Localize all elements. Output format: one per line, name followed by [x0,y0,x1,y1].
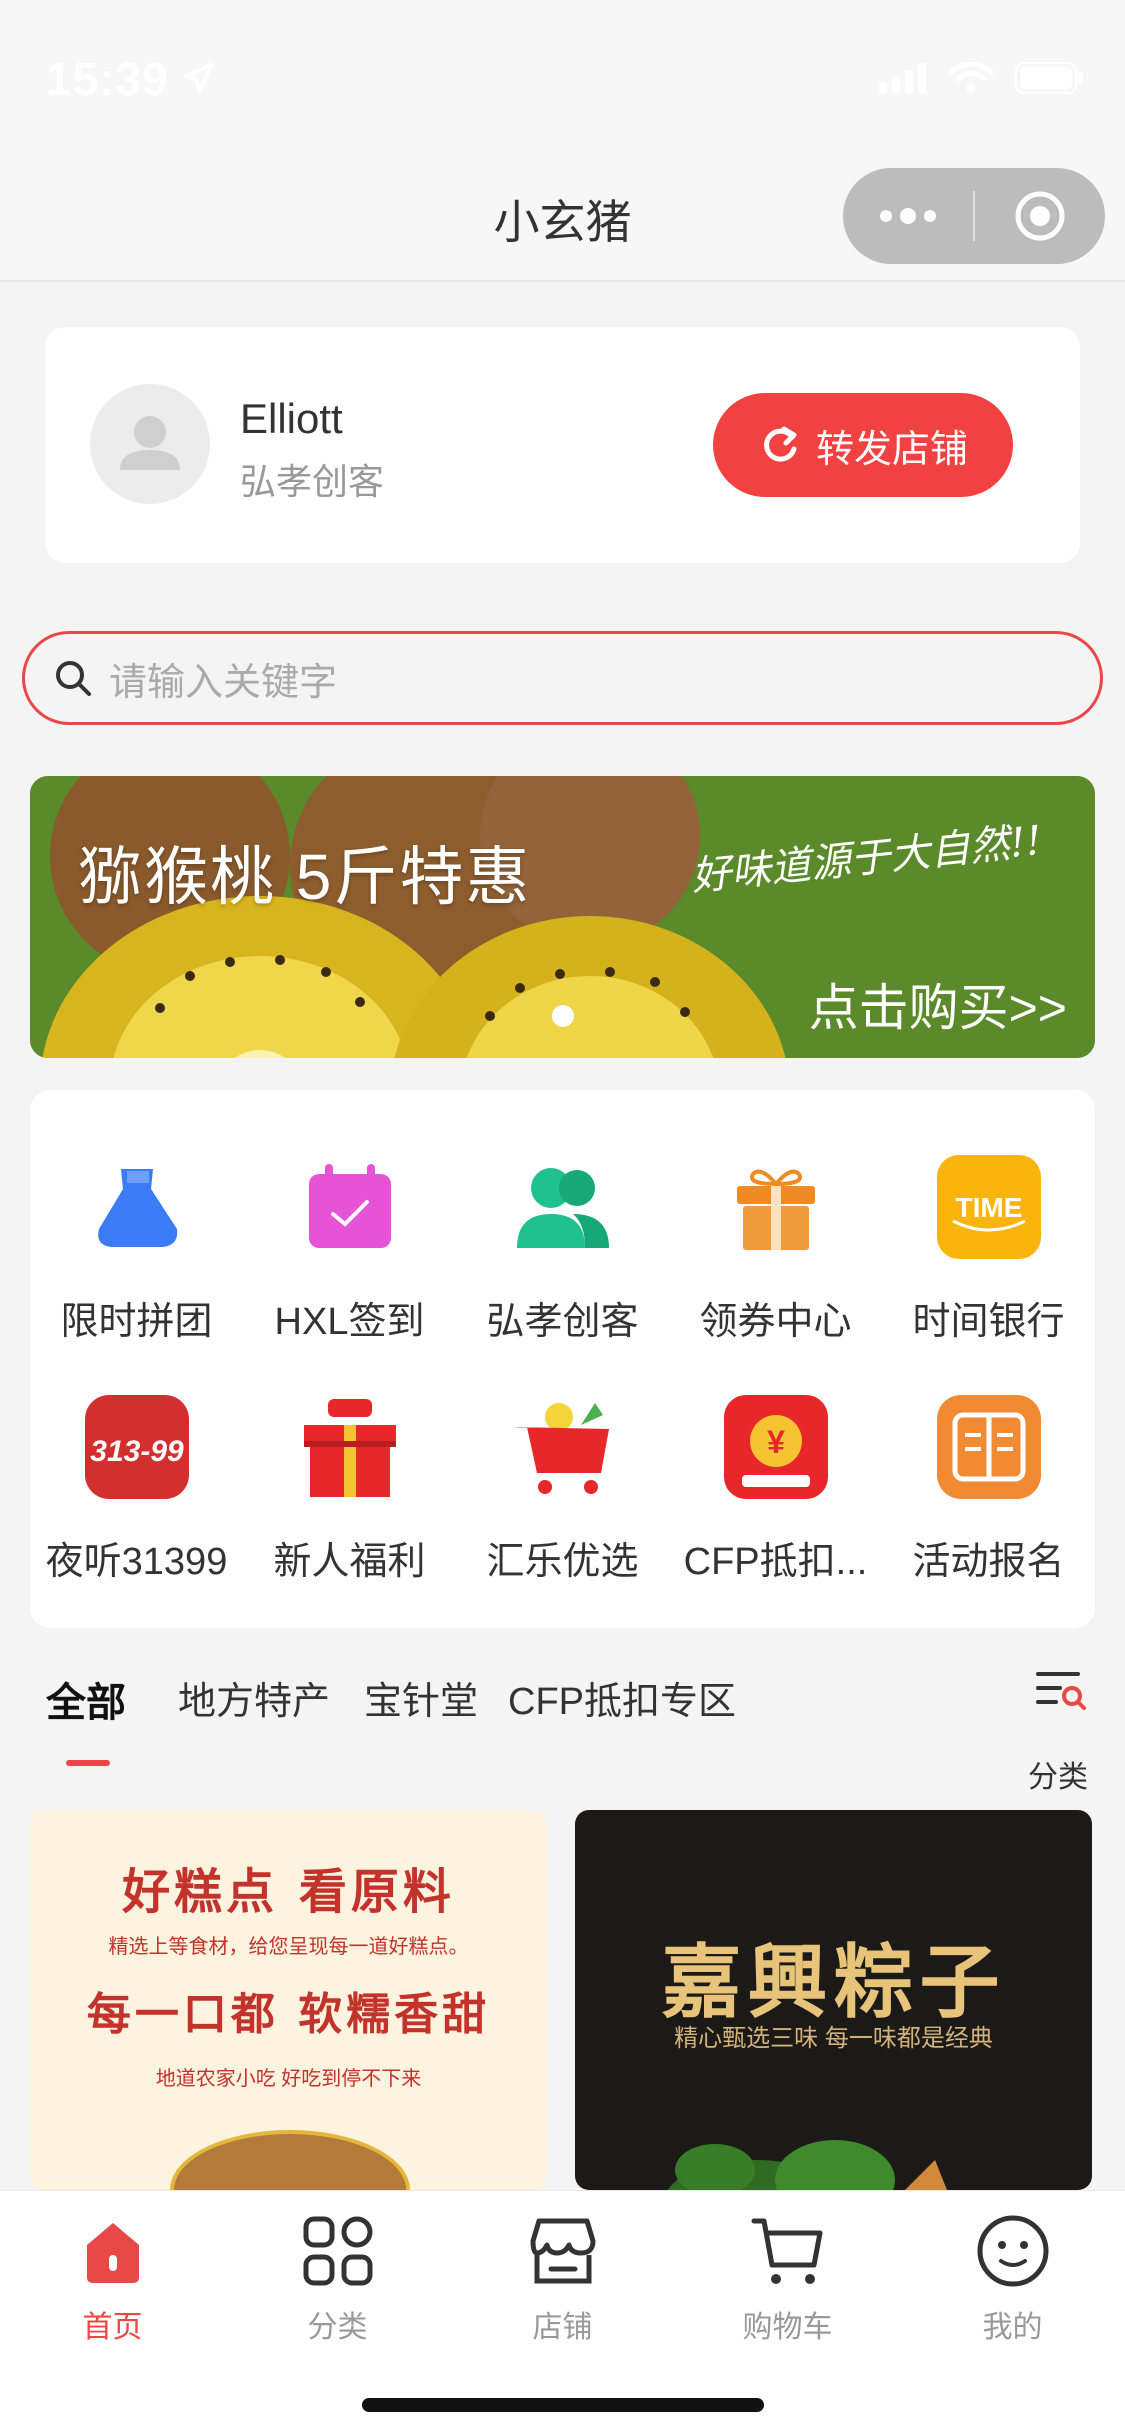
banner-title: 猕猴桃 5斤特惠 [78,841,532,913]
profile-smile-icon [977,2215,1048,2287]
grid-item-creators[interactable]: 弘孝创客 [456,1152,669,1345]
search-placeholder: 请输入关键字 [109,661,338,704]
status-time: 15:39 [46,53,169,105]
profile-card: Elliott 弘孝创客 转发店铺 [45,327,1080,563]
grid-label: 弘孝创客 [486,1301,639,1343]
grid-label: 时间银行 [912,1301,1065,1343]
tabbar-profile[interactable]: 我的 [900,2211,1125,2346]
svg-text:TIME: TIME [955,1192,1022,1223]
new-user-gift-icon [295,1392,405,1502]
users-icon [508,1152,618,1262]
grid-item-coupons[interactable]: 领券中心 [669,1152,882,1345]
wifi-icon [949,62,993,93]
tabbar-label: 分类 [307,2311,368,2344]
store-icon [530,2218,595,2284]
tabbar-cart[interactable]: 购物车 [675,2211,900,2346]
tabbar-label: 购物车 [742,2311,833,2344]
grid-label: 活动报名 [912,1541,1065,1583]
shopping-cart-icon [508,1392,618,1502]
zongzi-leaves-image [667,2140,947,2190]
product-subtitle: 精选上等食材，给您呈现每一道好糕点。 [108,1936,469,1958]
product-subtitle-secondary: 地道农家小吃 好吃到停不下来 [155,2068,422,2090]
tabbar-category[interactable]: 分类 [225,2211,450,2346]
tabbar-home[interactable]: 首页 [0,2211,225,2346]
share-refresh-icon [764,426,797,462]
target-close-icon [1015,191,1065,241]
grid-label: 汇乐优选 [486,1541,639,1583]
grid-item-cfp[interactable]: ¥ CFP抵扣... [669,1392,882,1585]
grid-label: CFP抵扣... [683,1541,868,1583]
svg-text:¥: ¥ [767,1424,785,1460]
category-filter-label: 分类 [1028,1761,1088,1794]
tab-local-specialty[interactable]: 地方特产 [178,1670,330,1725]
category-grid-icon [303,2216,372,2286]
grid-item-huile[interactable]: 汇乐优选 [456,1392,669,1585]
category-tabs: 全部 地方特产 宝针堂 CFP抵扣专区 分类 [0,1660,1125,1800]
profile-name: Elliott [240,395,343,442]
product-card[interactable]: 嘉興粽子 精心甄选三味 每一味都是经典 [575,1810,1092,2190]
profile-role: 弘孝创客 [240,461,385,502]
avatar[interactable] [90,384,210,504]
location-arrow-icon [182,62,214,94]
cfp-coupon-icon: ¥ [721,1392,831,1502]
share-store-label: 转发店铺 [815,428,968,471]
tab-baozhentang[interactable]: 宝针堂 [364,1670,478,1725]
status-bar: 15:39 [0,0,1125,150]
tab-cfp-zone[interactable]: CFP抵扣专区 [508,1670,736,1725]
tabbar-label: 首页 [82,2311,143,2344]
tabbar-store[interactable]: 店铺 [450,2211,675,2346]
grid-label: HXL签到 [274,1301,425,1343]
grid-label: 新人福利 [273,1541,426,1583]
grid-item-checkin[interactable]: HXL签到 [243,1152,456,1345]
signal-icon [879,63,926,93]
product-card[interactable]: 好糕点 看原料 精选上等食材，给您呈现每一道好糕点。 每一口都 软糯香甜 地道农… [30,1810,547,2190]
product-title-secondary: 每一口都 软糯香甜 [86,1989,491,2040]
filter-search-icon [1036,1672,1086,1710]
grid-item-new-user[interactable]: 新人福利 [243,1392,456,1585]
product-subtitle: 精心甄选三味 每一味都是经典 [674,2025,993,2052]
pastry-plate-image [170,2130,410,2190]
grid-item-night-listen[interactable]: 313-99 夜听31399 [30,1392,243,1585]
grid-label: 领券中心 [699,1301,852,1343]
time-bank-icon: TIME [934,1152,1044,1262]
gift-icon [721,1152,831,1262]
default-avatar-icon [120,416,180,470]
product-title: 好糕点 看原料 [122,1864,455,1920]
home-indicator[interactable] [362,2398,764,2412]
night-listen-icon: 313-99 [82,1392,192,1502]
feature-grid: 限时拼团 HXL签到 弘孝创客 领券中心 TIME 时间银行 313-99 夜听… [30,1090,1095,1628]
carousel-dot[interactable] [552,1005,574,1027]
grid-item-time-bank[interactable]: TIME 时间银行 [882,1152,1095,1345]
nav-bar: 小玄猪 [0,150,1125,282]
more-options-button[interactable] [843,208,973,224]
battery-icon [1015,62,1083,94]
mini-program-capsule [843,168,1105,264]
tabbar-label: 店铺 [532,2311,593,2344]
promo-banner[interactable]: 猕猴桃 5斤特惠 好味道源于大自然!! 点击购买>> [30,776,1095,1058]
product-title: 嘉興粽子 [661,1935,1006,2029]
search-input[interactable]: 请输入关键字 [22,631,1103,725]
banner-buy-link[interactable]: 点击购买>> [809,968,1067,1040]
active-tab-indicator [66,1760,110,1766]
grid-label: 夜听31399 [45,1541,228,1583]
search-icon [56,661,91,696]
category-filter-button[interactable] [1030,1660,1090,1721]
close-mini-program-button[interactable] [975,188,1105,244]
grid-item-signup[interactable]: 活动报名 [882,1392,1095,1585]
tabbar-label: 我的 [982,2311,1043,2344]
group-buy-icon [82,1152,192,1262]
grid-item-group-buy[interactable]: 限时拼团 [30,1152,243,1345]
tab-all[interactable]: 全部 [46,1670,126,1728]
share-store-button[interactable]: 转发店铺 [713,393,1013,497]
cart-icon [751,2218,822,2284]
signup-book-icon [934,1392,1044,1502]
grid-label: 限时拼团 [60,1301,213,1343]
svg-text:313-99: 313-99 [90,1435,184,1468]
home-icon [86,2223,139,2283]
calendar-checkin-icon [295,1152,405,1262]
